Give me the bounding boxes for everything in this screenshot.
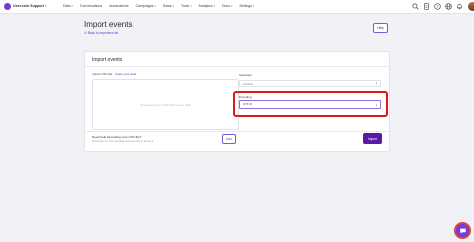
card-title: Import events [92, 57, 123, 63]
csv-dropzone[interactable]: Drag and drop a CSV file here or click [92, 79, 239, 130]
top-navigation-bar: User.com Support▾ Data▾ Conversations Au… [0, 0, 474, 14]
chevron-down-icon: ▾ [44, 4, 47, 8]
csv-help-heading: Need help formatting your CSV file? [92, 135, 142, 139]
help-icon[interactable]: ? [434, 3, 441, 10]
help-button[interactable]: Help [373, 23, 388, 33]
separator-value: comma [243, 82, 253, 86]
workspace-switcher[interactable]: User.com Support▾ [13, 4, 46, 8]
import-button[interactable]: Import [363, 133, 382, 144]
chevron-down-icon: ▾ [375, 104, 377, 107]
nav-sales[interactable]: Sales▾ [163, 4, 174, 8]
workspace-name: User.com Support [13, 4, 44, 8]
nav-conversations[interactable]: Conversations [80, 4, 102, 8]
chat-widget-button[interactable] [454, 222, 471, 239]
nav-data[interactable]: Data▾ [63, 4, 73, 8]
chevron-down-icon: ▾ [213, 4, 215, 8]
chevron-down-icon: ▾ [154, 4, 156, 8]
csv-template-button[interactable]: CSV [222, 134, 236, 144]
nav-analytics[interactable]: Analytics▾ [199, 4, 215, 8]
import-csv-label: Import CSV file Paste your data [92, 72, 137, 76]
document-icon[interactable] [423, 3, 430, 10]
import-events-card: Import events Import CSV file Paste your … [84, 51, 390, 152]
svg-text:?: ? [437, 5, 439, 9]
dropzone-text: Drag and drop a CSV file here or click [140, 102, 191, 107]
nav-settings[interactable]: Settings▾ [239, 4, 254, 8]
separator-label: Separator [239, 73, 253, 77]
separator-select[interactable]: comma ▾ [239, 80, 381, 87]
chevron-down-icon: ▾ [253, 4, 255, 8]
nav-docs[interactable]: Docs▾ [222, 4, 232, 8]
main-nav: Data▾ Conversations Automations Campaign… [63, 4, 254, 8]
page-title: Import events [84, 20, 133, 29]
nav-tools[interactable]: Tools▾ [181, 4, 192, 8]
divider [85, 66, 389, 67]
csv-help-subtext: Download our CSV template and see how to… [92, 140, 154, 143]
encoding-label: Encoding [239, 95, 252, 99]
chevron-down-icon: ▾ [230, 4, 233, 8]
back-to-importers-link[interactable]: ⊙ Back to importers list [84, 31, 118, 35]
header-actions: ? [412, 2, 474, 11]
chevron-down-icon: ▾ [172, 4, 174, 8]
paste-data-link[interactable]: Paste your data [115, 72, 136, 76]
nav-campaigns[interactable]: Campaigns▾ [136, 4, 156, 8]
chevron-down-icon: ▾ [71, 4, 73, 8]
app-logo-icon[interactable] [4, 3, 11, 10]
nav-automations[interactable]: Automations [109, 4, 128, 8]
user-avatar[interactable] [468, 2, 474, 11]
chevron-down-icon: ▾ [190, 4, 192, 8]
encoding-select[interactable]: UTF-8 ▾ [239, 100, 381, 109]
chat-icon [459, 228, 466, 234]
divider [85, 131, 389, 132]
chevron-down-icon: ▾ [375, 82, 377, 85]
globe-icon[interactable] [445, 3, 452, 10]
search-icon[interactable] [412, 3, 419, 10]
encoding-value: UTF-8 [243, 102, 252, 106]
notifications-icon[interactable] [456, 3, 463, 10]
